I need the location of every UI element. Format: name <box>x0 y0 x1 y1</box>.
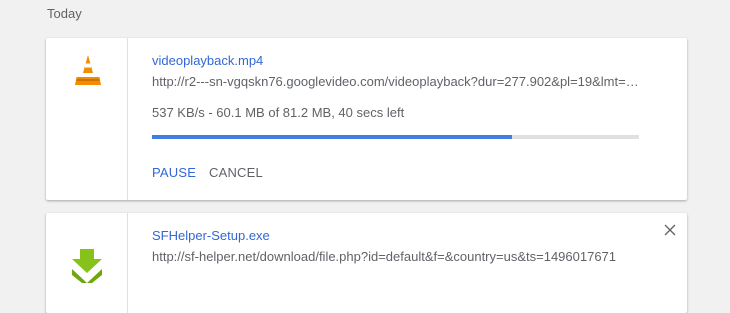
file-icon-column <box>46 213 128 313</box>
source-url-link[interactable]: http://sf-helper.net/download/file.php?i… <box>152 249 641 264</box>
pause-button[interactable]: PAUSE <box>152 165 196 180</box>
download-item: videoplayback.mp4 http://r2---sn-vgqskn7… <box>46 38 687 200</box>
source-url-link[interactable]: http://r2---sn-vgqskn76.googlevideo.com/… <box>152 74 641 89</box>
file-name-link[interactable]: SFHelper-Setup.exe <box>152 228 270 243</box>
file-icon-column <box>46 38 128 200</box>
progress-bar-fill <box>152 135 513 139</box>
file-name-link[interactable]: videoplayback.mp4 <box>152 53 263 68</box>
section-header-today: Today <box>47 6 82 21</box>
green-download-arrow-icon <box>72 249 102 283</box>
progress-bar <box>152 135 639 139</box>
cancel-button[interactable]: CANCEL <box>209 165 263 180</box>
close-icon[interactable] <box>662 222 678 238</box>
download-status-text: 537 KB/s - 60.1 MB of 81.2 MB, 40 secs l… <box>152 105 405 120</box>
download-item: SFHelper-Setup.exe http://sf-helper.net/… <box>46 213 687 313</box>
vlc-cone-icon <box>75 55 101 85</box>
